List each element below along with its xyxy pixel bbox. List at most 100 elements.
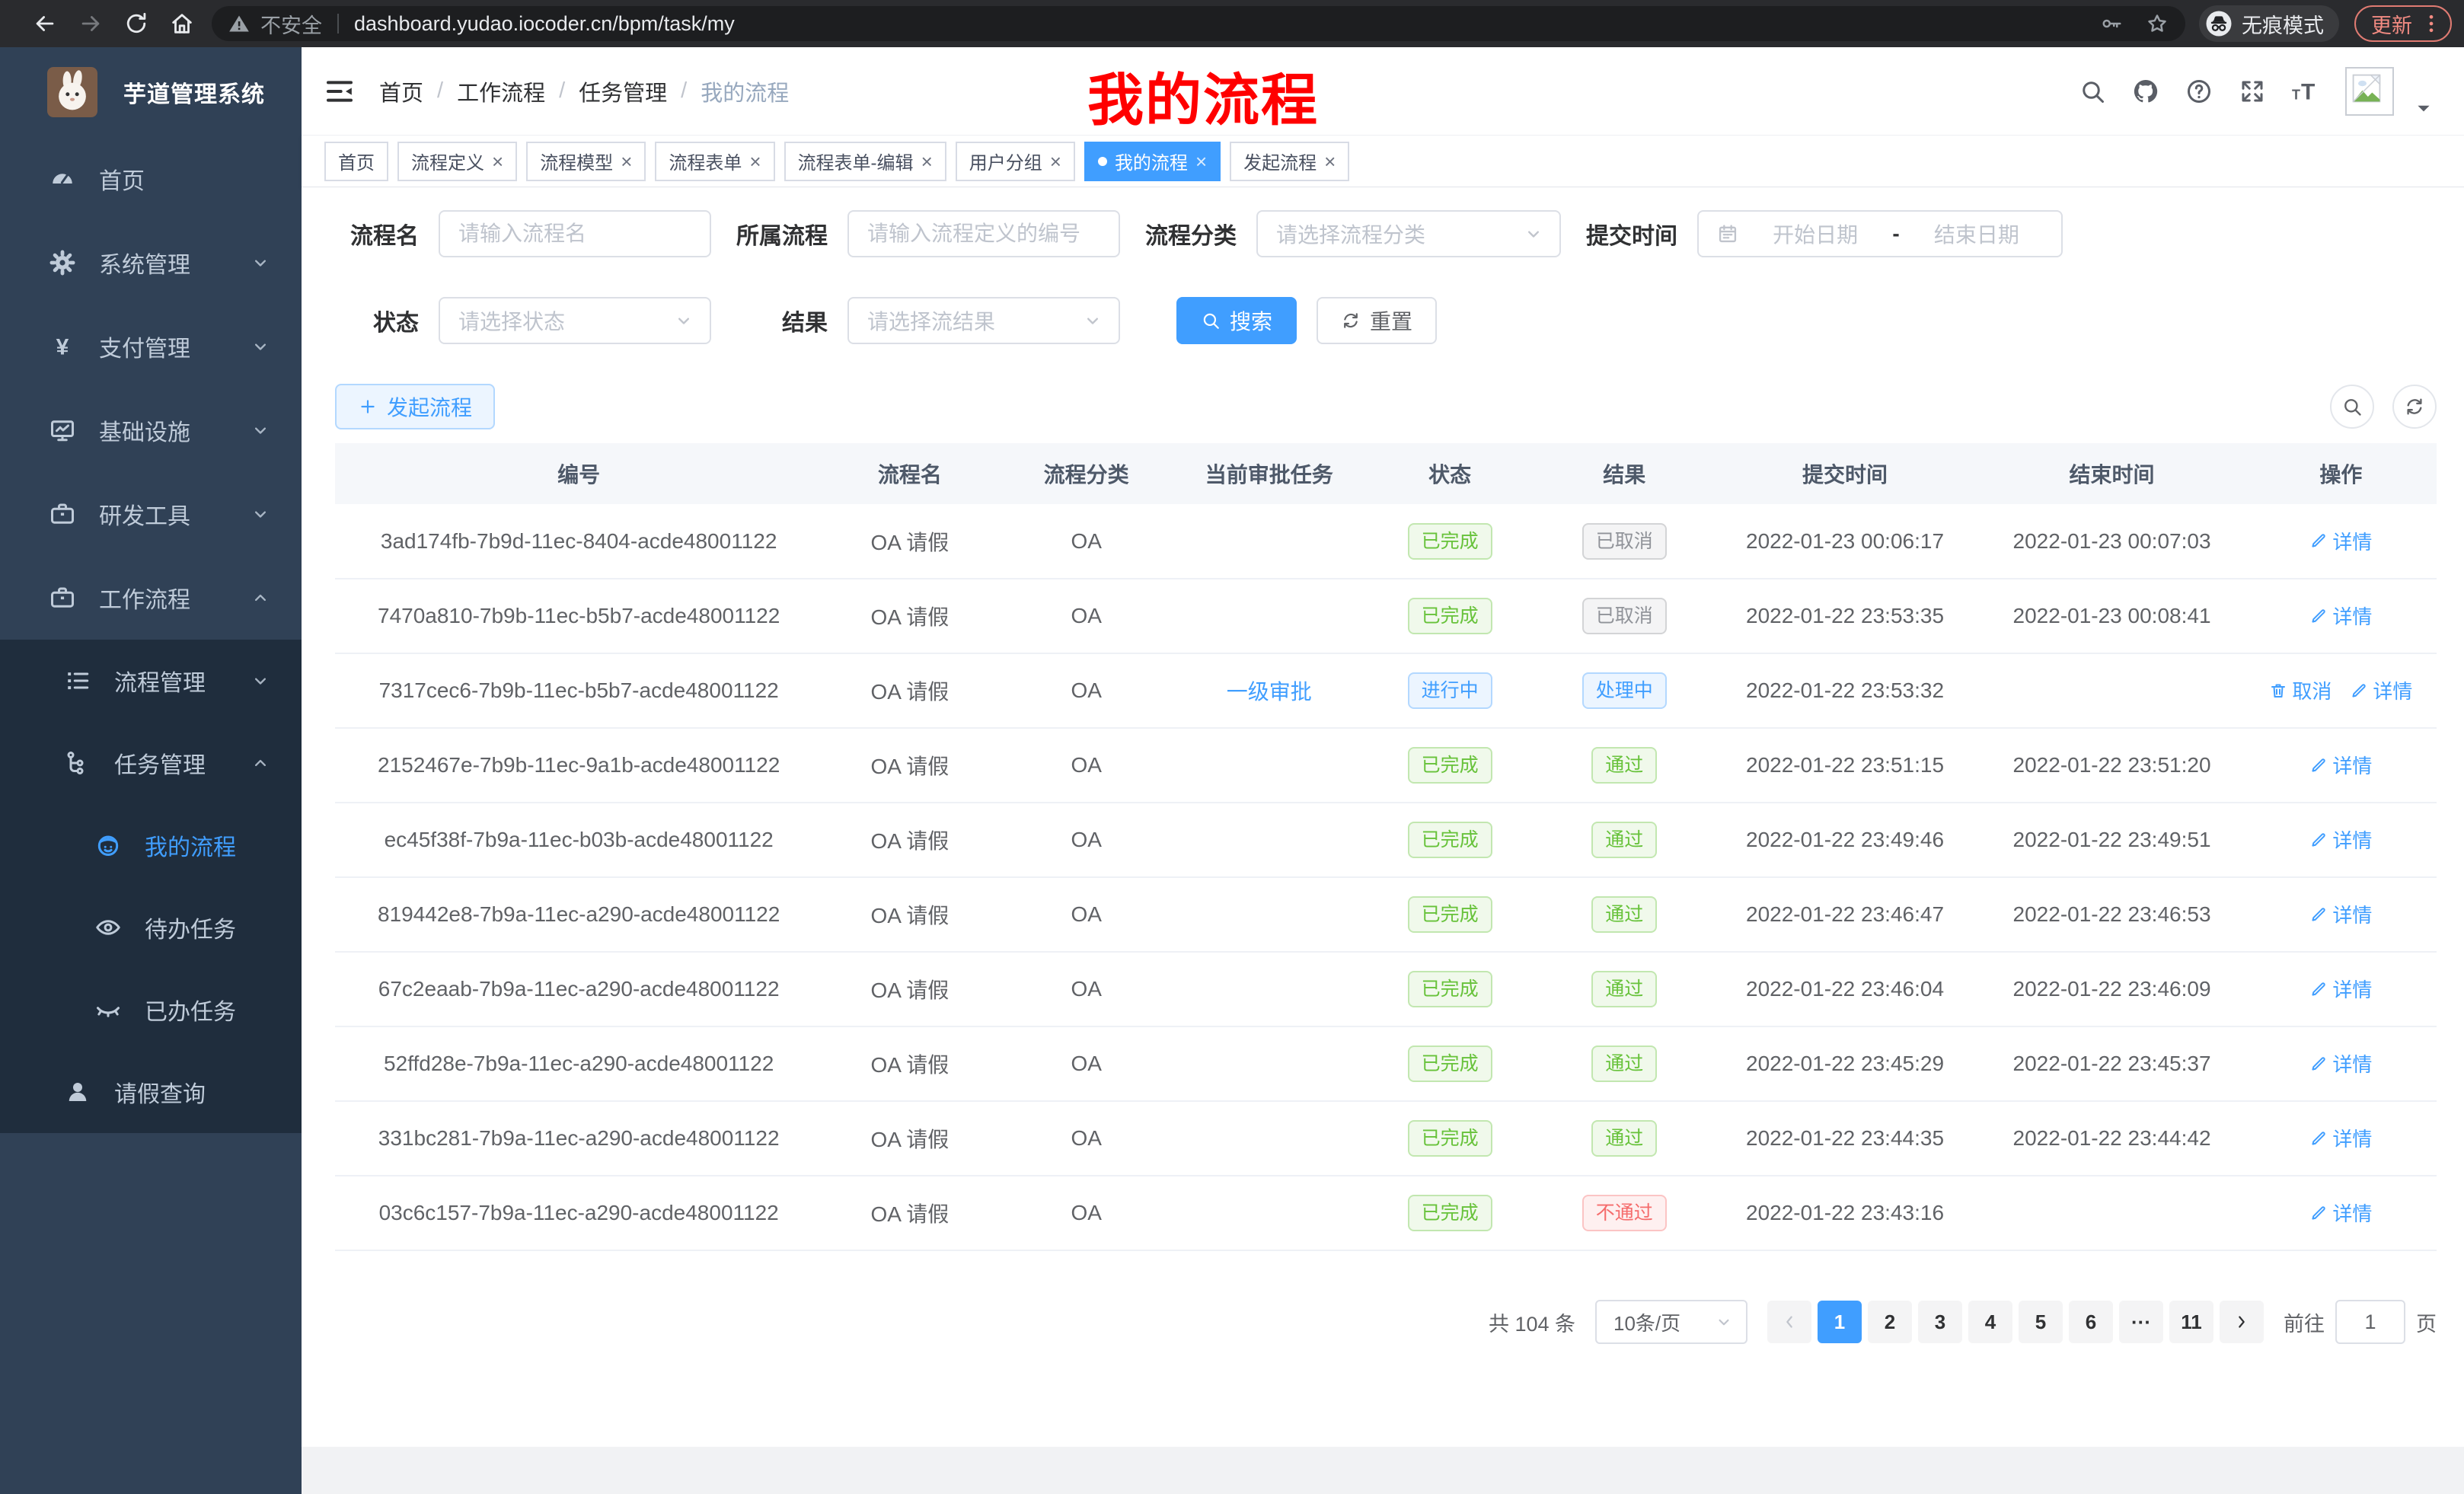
process-category-cell: OA: [997, 1026, 1176, 1101]
sidebar-item-label: 待办任务: [145, 911, 302, 944]
url-text[interactable]: dashboard.yudao.iocoder.cn/bpm/task/my: [354, 12, 2077, 36]
sidebar-item-task-mgmt[interactable]: 任务管理: [0, 722, 302, 804]
detail-button[interactable]: 详情: [2309, 825, 2372, 854]
bookmark-star-icon[interactable]: [2146, 12, 2169, 35]
breadcrumb-item[interactable]: 工作流程: [457, 75, 545, 107]
browser-forward-icon[interactable]: [78, 11, 104, 37]
cancel-button[interactable]: 取消: [2269, 676, 2332, 704]
detail-button[interactable]: 详情: [2309, 602, 2372, 630]
current-task-link[interactable]: 一级审批: [1227, 680, 1312, 704]
close-icon[interactable]: ×: [492, 152, 503, 171]
close-icon[interactable]: ×: [921, 152, 933, 171]
actions-cell: 详情: [2245, 1176, 2437, 1250]
sidebar-item-done-tasks[interactable]: 已办任务: [0, 969, 302, 1051]
detail-button[interactable]: 详情: [2309, 751, 2372, 779]
github-icon[interactable]: [2132, 78, 2159, 105]
sidebar-toggle-icon[interactable]: [324, 76, 355, 107]
process-category-cell: OA: [997, 1176, 1176, 1250]
tab-start-process[interactable]: 发起流程×: [1230, 142, 1349, 181]
detail-button[interactable]: 详情: [2350, 676, 2412, 704]
actions-cell: 详情: [2245, 1101, 2437, 1176]
tab-process-form[interactable]: 流程表单×: [655, 142, 774, 181]
detail-button[interactable]: 详情: [2309, 1199, 2372, 1227]
sidebar-item-todo-tasks[interactable]: 待办任务: [0, 886, 302, 969]
tab-home[interactable]: 首页: [324, 142, 388, 181]
page-number-button[interactable]: 6: [2069, 1301, 2113, 1343]
category-select[interactable]: 请选择流程分类: [1256, 210, 1561, 257]
table-search-toggle-button[interactable]: [2330, 385, 2374, 429]
browser-back-icon[interactable]: [32, 11, 58, 37]
detail-button[interactable]: 详情: [2309, 975, 2372, 1003]
breadcrumb-item[interactable]: 首页: [379, 75, 423, 107]
page-size-select[interactable]: 10条/页: [1595, 1300, 1747, 1344]
sidebar-item-leave-query[interactable]: 请假查询: [0, 1051, 302, 1133]
avatar-caret-down-icon[interactable]: [2414, 98, 2434, 118]
pagination-more-button[interactable]: ···: [2119, 1301, 2163, 1343]
search-icon[interactable]: [2079, 78, 2106, 105]
sidebar-item-home[interactable]: 首页: [0, 137, 302, 221]
sidebar-item-my-process[interactable]: 我的流程: [0, 804, 302, 886]
result-cell: 不通过: [1537, 1176, 1712, 1250]
submit-time-range-picker[interactable]: 开始日期 - 结束日期: [1697, 210, 2063, 257]
result-select[interactable]: 请选择流结果: [847, 297, 1120, 344]
page-number-button[interactable]: 5: [2019, 1301, 2063, 1343]
close-icon[interactable]: ×: [1050, 152, 1061, 171]
sidebar-item-workflow[interactable]: 工作流程: [0, 556, 302, 640]
status-select[interactable]: 请选择状态: [439, 297, 711, 344]
close-icon[interactable]: ×: [1195, 152, 1207, 171]
current-task-cell: [1176, 579, 1363, 653]
status-badge: 已完成: [1408, 523, 1492, 560]
refresh-icon: [1341, 311, 1361, 330]
table-refresh-button[interactable]: [2392, 385, 2437, 429]
close-icon[interactable]: ×: [749, 152, 761, 171]
sidebar-item-process-mgmt[interactable]: 流程管理: [0, 640, 302, 722]
browser-menu-icon[interactable]: [2420, 12, 2443, 35]
process-definition-input[interactable]: [847, 210, 1120, 257]
goto-page-input[interactable]: [2335, 1300, 2405, 1344]
close-icon[interactable]: ×: [1324, 152, 1336, 171]
page-number-button[interactable]: 2: [1868, 1301, 1912, 1343]
detail-button[interactable]: 详情: [2309, 527, 2372, 555]
close-icon[interactable]: ×: [621, 152, 632, 171]
monitor-icon: [49, 417, 76, 444]
search-button[interactable]: 搜索: [1176, 297, 1297, 344]
breadcrumb-item[interactable]: 任务管理: [579, 75, 667, 107]
avatar[interactable]: [2345, 67, 2394, 116]
end-time-cell: 2022-01-23 00:07:03: [1978, 504, 2245, 579]
sidebar-item-dev-tools[interactable]: 研发工具: [0, 472, 302, 556]
browser-home-icon[interactable]: [169, 11, 195, 37]
chevron-up-icon: [250, 752, 271, 774]
incognito-badge: 无痕模式: [2199, 5, 2339, 42]
start-process-button[interactable]: 发起流程: [335, 384, 495, 429]
security-label: 不安全: [260, 9, 322, 39]
page-number-button[interactable]: 11: [2169, 1301, 2213, 1343]
tab-user-group[interactable]: 用户分组×: [956, 142, 1075, 181]
sidebar-logo-row[interactable]: 芋道管理系统: [0, 47, 302, 137]
help-icon[interactable]: [2185, 78, 2213, 105]
font-size-icon[interactable]: TT: [2292, 78, 2319, 105]
detail-button[interactable]: 详情: [2309, 900, 2372, 928]
reset-button[interactable]: 重置: [1317, 297, 1437, 344]
address-bar[interactable]: 不安全 dashboard.yudao.iocoder.cn/bpm/task/…: [212, 6, 2185, 41]
tab-process-model[interactable]: 流程模型×: [526, 142, 646, 181]
search-icon: [1201, 311, 1221, 330]
page-number-button[interactable]: 3: [1918, 1301, 1962, 1343]
page-number-button[interactable]: 4: [1968, 1301, 2012, 1343]
tab-my-process[interactable]: 我的流程×: [1084, 142, 1221, 181]
sidebar-item-payment-mgmt[interactable]: ¥支付管理: [0, 305, 302, 388]
sidebar-item-system-mgmt[interactable]: 系统管理: [0, 221, 302, 305]
tab-process-form-edit[interactable]: 流程表单-编辑×: [784, 142, 946, 181]
page-number-button[interactable]: 1: [1818, 1301, 1862, 1343]
password-key-icon[interactable]: [2100, 12, 2123, 35]
sidebar-item-infrastructure[interactable]: 基础设施: [0, 388, 302, 472]
process-name-input[interactable]: [439, 210, 711, 257]
sidebar-item-label: 任务管理: [114, 746, 250, 780]
next-page-button[interactable]: [2220, 1301, 2264, 1343]
tab-process-definition[interactable]: 流程定义×: [397, 142, 517, 181]
detail-button[interactable]: 详情: [2309, 1049, 2372, 1077]
detail-button[interactable]: 详情: [2309, 1124, 2372, 1152]
browser-reload-icon[interactable]: [123, 11, 149, 37]
prev-page-button[interactable]: [1767, 1301, 1811, 1343]
update-button[interactable]: 更新: [2354, 5, 2452, 42]
fullscreen-icon[interactable]: [2239, 78, 2266, 105]
